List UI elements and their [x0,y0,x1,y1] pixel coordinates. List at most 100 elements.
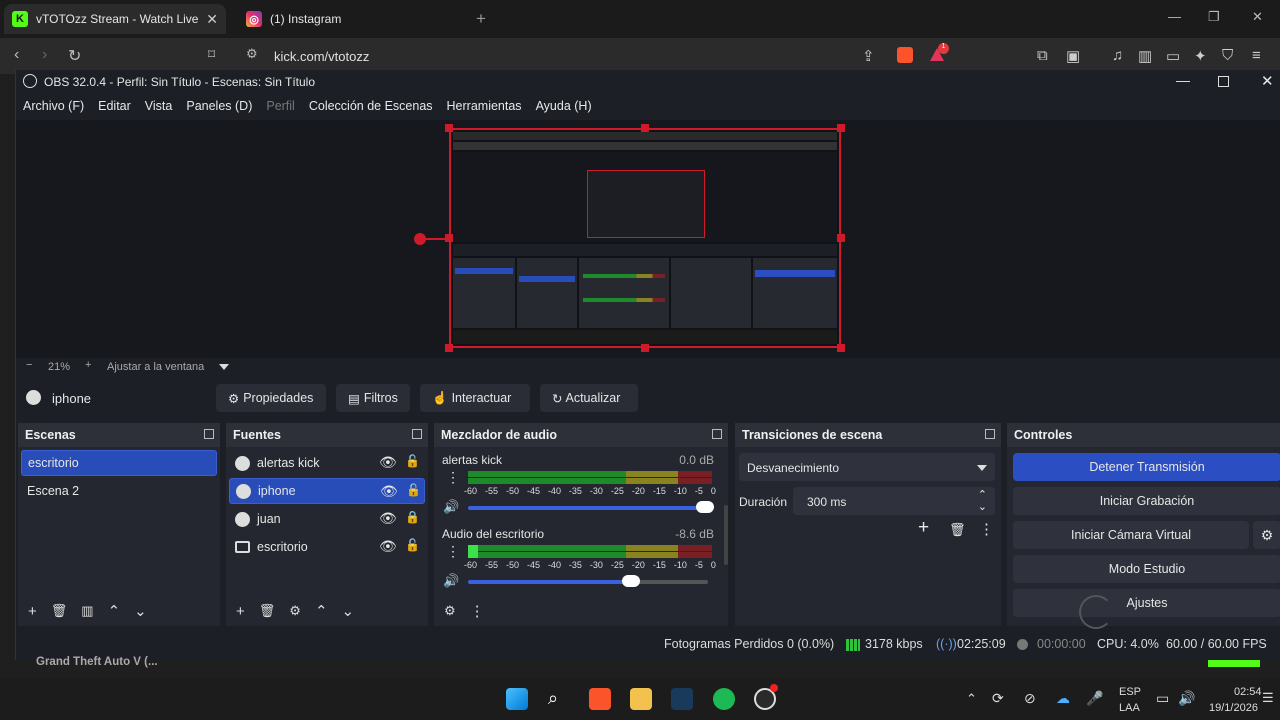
undock-icon[interactable] [712,429,722,439]
start-recording-button[interactable]: Iniciar Grabación [1013,487,1280,515]
stop-streaming-button[interactable]: Detener Transmisión [1013,453,1280,481]
display-network-icon[interactable]: ▭ [1156,690,1169,707]
resize-handle[interactable] [641,124,649,132]
unlocked-icon[interactable]: 🔓 [405,454,420,468]
scene-item[interactable]: Escena 2 [21,478,217,504]
menu-ayuda[interactable]: Ayuda (H) [529,96,599,118]
move-up-icon[interactable]: ⌃ [108,602,121,620]
fit-window-label[interactable]: Ajustar a la ventana [107,361,204,373]
visibility-eye-icon[interactable]: 👁 [379,510,397,527]
source-item[interactable]: alertas kick 👁 🔓 [229,450,425,476]
preview-canvas[interactable] [16,120,1280,358]
source-item[interactable]: iphone 👁 🔓 [229,478,425,504]
mixer-menu-icon[interactable]: ⋮ [470,602,485,620]
source-item[interactable]: juan 👁 🔒 [229,506,425,532]
decrement-icon[interactable]: ⌄ [978,500,987,513]
back-icon[interactable]: ‹ [14,46,19,64]
menu-paneles[interactable]: Paneles (D) [179,96,259,118]
mixer-scrollbar[interactable] [724,505,728,565]
duration-spinbox[interactable]: 300 ms ⌃ ⌄ [793,487,995,515]
menu-coleccion-escenas[interactable]: Colección de Escenas [302,96,440,118]
onedrive-icon[interactable]: ☁ [1056,690,1070,707]
start-virtual-camera-button[interactable]: Iniciar Cámara Virtual [1013,521,1249,549]
source-properties-icon[interactable]: ⚙ [289,603,301,619]
volume-slider-track[interactable] [632,580,708,584]
bookmark-icon[interactable]: ⌑ [208,46,215,63]
start-menu-icon[interactable] [506,688,528,710]
remove-source-icon[interactable]: 🗑 [259,603,276,619]
scene-item[interactable]: escritorio [21,450,217,476]
menu-icon[interactable]: ≡ [1252,47,1261,64]
site-settings-icon[interactable]: ⚙ [246,46,258,62]
zoom-out-button[interactable]: − [26,359,32,371]
network-off-icon[interactable]: ⊘ [1024,690,1036,707]
spotify-icon[interactable] [713,688,735,710]
resize-handle[interactable] [641,344,649,352]
move-down-icon[interactable]: ⌄ [342,602,355,620]
leo-ai-icon[interactable]: ✦ [1194,47,1207,65]
new-tab-button[interactable]: + [476,9,486,29]
menu-vista[interactable]: Vista [138,96,180,118]
resize-handle[interactable] [837,234,845,242]
undock-icon[interactable] [985,429,995,439]
volume-slider-handle[interactable] [696,501,714,513]
channel-menu-icon[interactable]: ⋮ [446,543,460,560]
url-text[interactable]: kick.com/vtotozz [274,49,369,64]
forward-icon[interactable]: › [42,46,47,64]
resize-handle[interactable] [837,124,845,132]
visibility-eye-icon[interactable]: 👁 [379,454,397,471]
visibility-eye-icon[interactable]: 👁 [380,483,398,500]
zoom-in-button[interactable]: + [85,359,91,371]
undock-icon[interactable] [412,429,422,439]
speaker-icon[interactable]: 🔊 [443,573,459,589]
file-explorer-icon[interactable] [630,688,652,710]
share-icon[interactable]: ⇪ [862,47,875,65]
speaker-icon[interactable]: 🔊 [443,499,459,515]
advanced-audio-icon[interactable]: ⚙ [444,603,456,619]
tab-instagram[interactable]: ◎ (1) Instagram [238,4,458,34]
add-source-icon[interactable]: + [236,603,245,620]
language-top[interactable]: ESP [1119,686,1141,698]
obs-minimize-icon[interactable]: — [1176,72,1190,88]
unlocked-icon[interactable]: 🔓 [405,538,420,552]
remove-transition-icon[interactable]: 🗑 [949,522,966,538]
resize-handle[interactable] [445,344,453,352]
language-bottom[interactable]: LAA [1119,702,1140,714]
clock-time[interactable]: 02:54 [1234,686,1262,698]
channel-menu-icon[interactable]: ⋮ [446,469,460,486]
notifications-icon[interactable]: ☰ [1262,690,1274,706]
close-tab-icon[interactable]: ✕ [206,11,218,28]
settings-button[interactable]: Ajustes [1013,589,1280,617]
volume-slider-handle[interactable] [622,575,640,587]
filters-button[interactable]: ▤ Filtros [336,384,410,412]
close-window-icon[interactable]: ✕ [1252,9,1263,25]
minimize-icon[interactable]: — [1168,9,1181,24]
source-item[interactable]: escritorio 👁 🔓 [229,534,425,560]
reload-icon[interactable]: ↻ [68,46,81,66]
volume-slider[interactable] [468,506,708,510]
selected-source-frame[interactable] [449,128,841,348]
tray-chevron-icon[interactable]: ⌃ [966,691,977,707]
locked-icon[interactable]: 🔒 [405,510,420,524]
menu-herramientas[interactable]: Herramientas [440,96,529,118]
maximize-icon[interactable]: ❐ [1208,9,1220,25]
add-transition-icon[interactable]: + [918,517,929,539]
virtual-camera-settings-icon[interactable]: ⚙ [1253,521,1280,549]
menu-editar[interactable]: Editar [91,96,138,118]
undock-icon[interactable] [204,429,214,439]
interact-button[interactable]: ☝ Interactuar [420,384,530,412]
transition-menu-icon[interactable]: ⋮ [979,520,994,538]
volume-slider[interactable] [468,580,632,584]
wallet-icon[interactable]: ▭ [1166,47,1180,65]
tab-kick[interactable]: K vTOTOzz Stream - Watch Live on ✕ [4,4,226,34]
menu-archivo[interactable]: Archivo (F) [16,96,91,118]
media-icon[interactable]: ♫ [1112,47,1123,64]
brave-shields-icon[interactable] [897,47,913,63]
volume-icon[interactable]: 🔊 [1178,690,1195,707]
move-up-icon[interactable]: ⌃ [315,602,328,620]
scene-filters-icon[interactable]: ▥ [81,603,93,619]
clock-date[interactable]: 19/1/2026 [1209,702,1258,714]
resize-handle[interactable] [837,344,845,352]
studio-mode-button[interactable]: Modo Estudio [1013,555,1280,583]
transition-select[interactable]: Desvanecimiento [739,453,995,481]
